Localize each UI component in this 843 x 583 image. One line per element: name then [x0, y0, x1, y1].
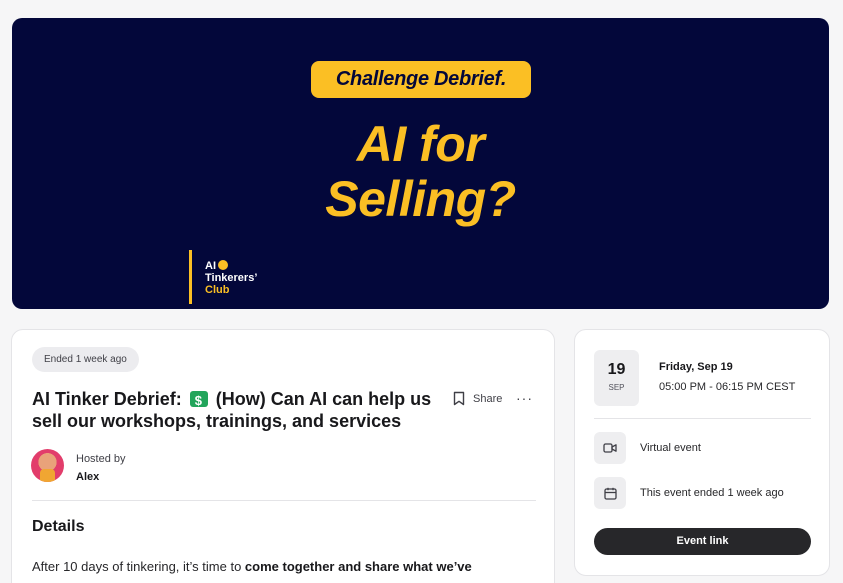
details-text: After 10 days of tinkering, it’s time to…	[32, 559, 472, 583]
details-heading: Details	[32, 518, 85, 535]
avatar[interactable]	[31, 449, 64, 482]
divider	[32, 500, 536, 501]
host-info: Hosted by Alex	[76, 450, 126, 486]
share-label[interactable]: Share	[473, 393, 502, 405]
location-text: Virtual event	[640, 442, 701, 454]
event-title: AI Tinker Debrief: (How) Can AI can help…	[32, 388, 452, 432]
ended-row: This event ended 1 week ago	[594, 477, 784, 509]
status-badge: Ended 1 week ago	[32, 347, 139, 372]
event-info-card: 19 SEP Friday, Sep 19 05:00 PM - 06:15 P…	[574, 329, 830, 576]
host-name[interactable]: Alex	[76, 468, 126, 486]
brand-dot-icon	[218, 260, 228, 270]
date-month: SEP	[608, 383, 625, 392]
location-row: Virtual event	[594, 432, 701, 464]
brand-logo: AI Tinkerers’ Club	[205, 260, 258, 296]
share-button[interactable]: Share	[453, 391, 502, 406]
divider	[594, 418, 811, 419]
calendar-icon	[594, 477, 626, 509]
money-with-wings-icon	[189, 390, 208, 412]
date-box: 19 SEP	[594, 350, 639, 406]
brand-bar	[189, 250, 192, 304]
date-day: 19	[607, 361, 626, 378]
event-time: 05:00 PM - 06:15 PM CEST	[659, 381, 796, 393]
event-banner: Challenge Debrief. AI for Selling? AI Ti…	[12, 18, 829, 309]
event-date: Friday, Sep 19	[659, 361, 733, 373]
event-link-button[interactable]: Event link	[594, 528, 811, 555]
more-options-button[interactable]: ···	[516, 391, 533, 405]
hosted-by-label: Hosted by	[76, 453, 126, 465]
event-details-card: Ended 1 week ago AI Tinker Debrief: (How…	[11, 329, 555, 583]
video-icon	[594, 432, 626, 464]
bookmark-icon[interactable]	[453, 391, 465, 406]
banner-headline-line1: AI for	[356, 116, 485, 172]
banner-headline-line2: Selling?	[325, 171, 516, 227]
ended-text: This event ended 1 week ago	[640, 487, 784, 499]
banner-pill: Challenge Debrief.	[311, 61, 531, 98]
